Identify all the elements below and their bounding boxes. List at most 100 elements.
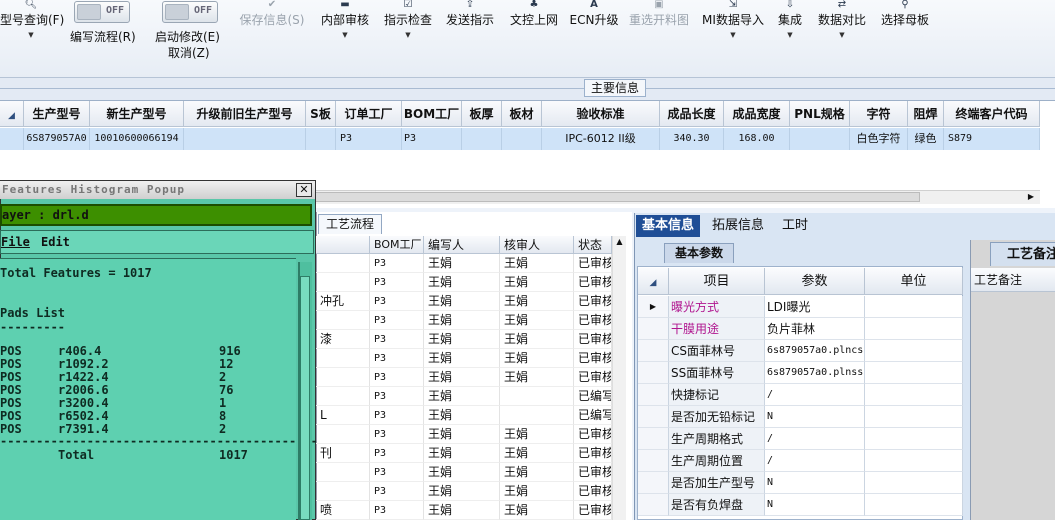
table-cell[interactable] (502, 128, 542, 150)
table-cell[interactable]: 已审核 (574, 311, 612, 330)
table-cell[interactable]: IPC-6012 II级 (542, 128, 660, 150)
table-cell[interactable]: 已审核 (574, 425, 612, 444)
tab-tech-note[interactable]: 工艺备注 (990, 242, 1055, 266)
table-cell[interactable]: 已审核 (574, 444, 612, 463)
table-cell[interactable]: 王娟 (424, 254, 500, 273)
param-unit[interactable] (865, 296, 963, 318)
param-unit[interactable] (865, 428, 963, 450)
table-cell[interactable] (316, 254, 370, 273)
table-cell[interactable]: P3 (370, 311, 424, 330)
table-cell[interactable]: 刊 (316, 444, 370, 463)
table-cell[interactable]: 已审核 (574, 273, 612, 292)
col-header[interactable]: 验收标准 (542, 101, 660, 127)
param-value[interactable]: 6s879057a0.plnss (765, 362, 865, 384)
param-unit[interactable] (865, 318, 963, 340)
table-cell[interactable]: P3 (370, 406, 424, 425)
model-query-button[interactable]: 🔍︎ 型号查询(F) ▼ (0, 0, 64, 42)
col-header[interactable]: 板材 (502, 101, 542, 127)
table-cell[interactable] (316, 425, 370, 444)
table-cell[interactable] (316, 387, 370, 406)
table-cell[interactable]: P3 (370, 349, 424, 368)
table-cell[interactable]: 10010600066194 (90, 128, 184, 150)
table-cell[interactable]: 王娟 (424, 368, 500, 387)
table-cell[interactable]: 168.00 (724, 128, 790, 150)
table-cell[interactable] (306, 128, 336, 150)
mi-data-import-button[interactable]: ⇲ MI数据导入 ▼ (700, 0, 766, 42)
table-cell[interactable] (316, 482, 370, 501)
table-cell[interactable]: P3 (370, 387, 424, 406)
row-indicator[interactable] (638, 494, 669, 516)
col-header[interactable]: 编写人 (424, 236, 500, 254)
cancel-button[interactable]: 取消(Z) (168, 44, 210, 61)
table-cell[interactable]: P3 (370, 368, 424, 387)
close-icon[interactable]: ✕ (296, 183, 312, 197)
col-header[interactable]: 订单工厂 (336, 101, 402, 127)
table-cell[interactable]: P3 (370, 330, 424, 349)
table-cell[interactable]: P3 (370, 425, 424, 444)
table-cell[interactable]: P3 (370, 254, 424, 273)
param-unit[interactable] (865, 362, 963, 384)
col-header[interactable] (316, 236, 370, 254)
table-cell[interactable]: 340.30 (660, 128, 724, 150)
table-cell[interactable]: 已编写 (574, 406, 612, 425)
reselect-cut-chart-button[interactable]: ▣ 重选开料图 (626, 0, 692, 28)
table-cell[interactable]: 王娟 (500, 501, 574, 520)
table-cell[interactable]: 王娟 (424, 273, 500, 292)
table-cell[interactable] (316, 273, 370, 292)
row-indicator[interactable] (638, 406, 669, 428)
save-info-button[interactable]: ✔ 保存信息(S) (236, 0, 308, 28)
table-cell[interactable]: P3 (370, 292, 424, 311)
tab-extended-info[interactable]: 拓展信息 (706, 215, 770, 237)
start-modify-toggle[interactable]: OFF (162, 1, 218, 23)
col-header[interactable]: 板厚 (462, 101, 502, 127)
table-cell[interactable]: 王娟 (424, 311, 500, 330)
select-motherboard-button[interactable]: ⚲ 选择母板 (877, 0, 933, 28)
table-cell[interactable]: P3 (370, 463, 424, 482)
vertical-scrollbar[interactable]: ▲ (612, 236, 626, 520)
integrate-button[interactable]: ⇩ 集成 ▼ (774, 0, 806, 42)
table-cell[interactable]: 王娟 (424, 292, 500, 311)
table-cell[interactable]: P3 (336, 128, 402, 150)
table-cell[interactable]: 王娟 (424, 463, 500, 482)
col-header[interactable]: 新生产型号 (90, 101, 184, 127)
table-cell[interactable]: 6S879057A0 (24, 128, 90, 150)
col-header[interactable]: PNL规格 (790, 101, 850, 127)
param-unit[interactable] (865, 406, 963, 428)
param-value[interactable]: 负片菲林 (765, 318, 865, 340)
table-cell[interactable] (500, 387, 574, 406)
doc-online-button[interactable]: ♣ 文控上网 (506, 0, 562, 28)
col-header[interactable]: 项目 (669, 268, 765, 295)
row-indicator[interactable] (638, 340, 669, 362)
col-header[interactable]: 成品长度 (660, 101, 724, 127)
table-cell[interactable]: P3 (370, 501, 424, 520)
param-value[interactable]: / (765, 450, 865, 472)
table-cell[interactable]: 已审核 (574, 368, 612, 387)
param-value[interactable]: 6s879057a0.plncs (765, 340, 865, 362)
table-cell[interactable]: 已审核 (574, 330, 612, 349)
table-cell[interactable]: 喷 (316, 501, 370, 520)
table-cell[interactable]: 漆 (316, 330, 370, 349)
send-instruction-button[interactable]: ⇪ 发送指示 (443, 0, 497, 28)
table-cell[interactable]: 王娟 (500, 273, 574, 292)
param-value[interactable]: N (765, 494, 865, 516)
table-cell[interactable]: P3 (370, 482, 424, 501)
tab-work-hours[interactable]: 工时 (776, 215, 814, 237)
table-cell[interactable]: 王娟 (424, 406, 500, 425)
param-unit[interactable] (865, 450, 963, 472)
table-cell[interactable]: 王娟 (500, 368, 574, 387)
row-indicator[interactable] (638, 450, 669, 472)
row-indicator[interactable] (638, 384, 669, 406)
param-value[interactable]: / (765, 428, 865, 450)
table-cell[interactable] (462, 128, 502, 150)
table-cell[interactable]: P3 (370, 273, 424, 292)
col-header[interactable]: 核审人 (500, 236, 574, 254)
table-cell[interactable] (184, 128, 306, 150)
row-indicator[interactable] (638, 362, 669, 384)
menu-file[interactable]: File (1, 231, 30, 253)
table-cell[interactable]: L (316, 406, 370, 425)
row-indicator[interactable] (638, 318, 669, 340)
table-cell[interactable]: 白色字符 (850, 128, 908, 150)
scroll-right-icon[interactable]: ▶ (1024, 191, 1038, 203)
scroll-up-icon[interactable]: ▲ (613, 236, 626, 248)
table-cell[interactable]: S879 (944, 128, 1040, 150)
